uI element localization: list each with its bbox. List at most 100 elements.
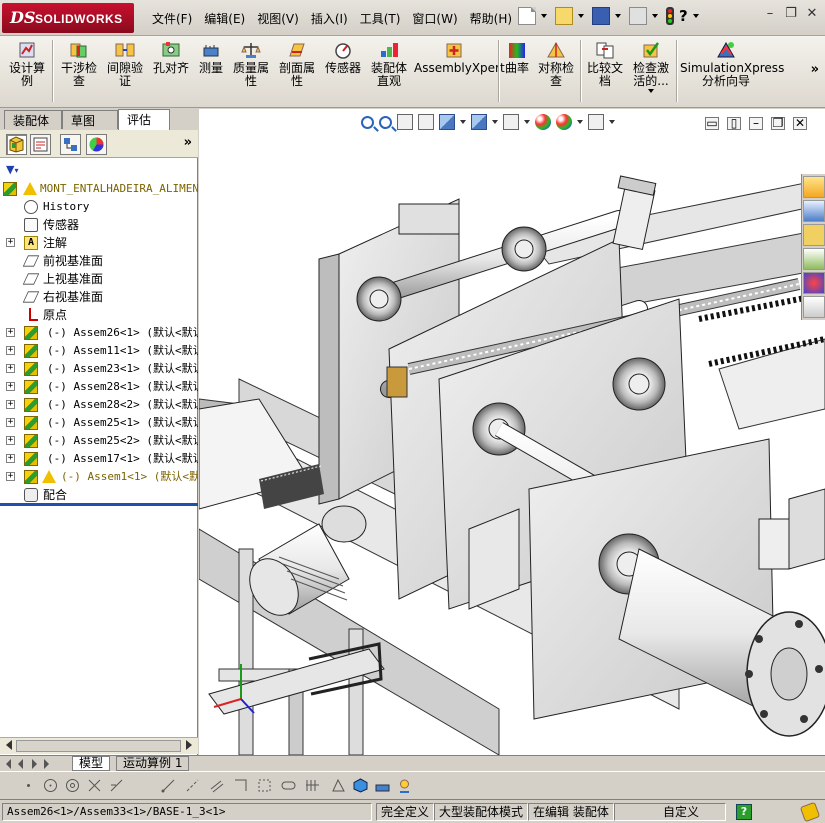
feature-tree-tab-icon[interactable]	[6, 134, 27, 155]
expand-icon[interactable]: +	[6, 346, 15, 355]
rebuild-traffic-light-icon[interactable]	[666, 7, 674, 25]
tree-item-component[interactable]: + (-) Assem25<2> (默认<默认_	[0, 432, 198, 450]
doc-restore-icon[interactable]: ❐	[771, 117, 785, 130]
polygon-icon[interactable]	[330, 777, 347, 794]
hide-show-dropdown-icon[interactable]	[524, 120, 530, 124]
view-palette-icon[interactable]	[803, 248, 825, 270]
view-settings-dropdown-icon[interactable]	[609, 120, 615, 124]
menu-view[interactable]: 视图(V)	[251, 10, 305, 27]
linear-pattern-icon[interactable]	[304, 777, 321, 794]
rebuild-status-icon[interactable]	[799, 801, 821, 823]
display-style-icon[interactable]	[471, 114, 487, 130]
display-style-dropdown-icon[interactable]	[492, 120, 498, 124]
graphics-area[interactable]: ▭ ▯ – ❐ ✕	[199, 109, 825, 755]
tree-item-history[interactable]: History	[0, 198, 198, 216]
previous-view-icon[interactable]	[397, 114, 413, 130]
tree-item-component[interactable]: + (-) Assem28<1> (默认<默认_	[0, 378, 198, 396]
apply-scene-dropdown-icon[interactable]	[577, 120, 583, 124]
quick-snaps-icon[interactable]	[396, 777, 413, 794]
zoom-to-area-icon[interactable]	[379, 115, 392, 129]
perimeter-circle-icon[interactable]	[64, 777, 81, 794]
measure-tool-icon[interactable]	[374, 777, 391, 794]
expand-icon[interactable]: +	[6, 454, 15, 463]
centerline-icon[interactable]	[184, 777, 201, 794]
scroll-thumb[interactable]	[16, 740, 181, 752]
panel-more-chevron[interactable]: »	[184, 135, 192, 150]
point-icon[interactable]	[20, 777, 37, 794]
simulationxpress-button[interactable]: SimulationXpress 分析向导	[680, 40, 784, 88]
hide-show-items-icon[interactable]	[503, 114, 519, 130]
center-rectangle-icon[interactable]	[256, 777, 273, 794]
open-dropdown-icon[interactable]	[578, 14, 584, 18]
curvature-button[interactable]: 曲率	[502, 40, 532, 75]
expand-icon[interactable]: +	[6, 472, 15, 481]
solidworks-resources-icon[interactable]	[803, 176, 825, 198]
tree-item-origin[interactable]: 原点	[0, 306, 198, 324]
expand-icon[interactable]: +	[6, 382, 15, 391]
property-manager-tab-icon[interactable]	[30, 134, 51, 155]
tree-item-component[interactable]: + (-) Assem17<1> (默认<默认_	[0, 450, 198, 468]
solidworks-logo[interactable]: DS SOLIDWORKS	[2, 3, 134, 33]
doc-split-icon[interactable]: ▯	[727, 117, 741, 130]
tab-model[interactable]: 模型	[72, 756, 111, 771]
tree-item-component-warning[interactable]: + (-) Assem1<1> (默认<默认	[0, 468, 198, 486]
open-folder-icon[interactable]	[555, 7, 573, 25]
tab-sketch[interactable]: 草图	[62, 110, 118, 129]
expand-icon[interactable]: +	[6, 364, 15, 373]
tree-item-right-plane[interactable]: 右视基准面	[0, 288, 198, 306]
3d-part-icon[interactable]	[352, 777, 369, 794]
slot-icon[interactable]	[280, 777, 297, 794]
tab-next-icon[interactable]	[32, 759, 37, 769]
display-manager-tab-icon[interactable]	[86, 134, 107, 155]
menu-file[interactable]: 文件(F)	[146, 10, 198, 27]
panel-splitter[interactable]	[0, 503, 198, 506]
file-explorer-icon[interactable]	[803, 224, 825, 246]
filter-icon[interactable]: ▼▾	[6, 163, 18, 176]
tree-item-annotations[interactable]: + A 注解	[0, 234, 198, 252]
expand-icon[interactable]: +	[6, 328, 15, 337]
tree-item-component[interactable]: + (-) Assem11<1> (默认<默认_	[0, 342, 198, 360]
apply-scene-icon[interactable]	[556, 114, 572, 130]
corner-rectangle-icon[interactable]	[232, 777, 249, 794]
tree-item-sensors[interactable]: 传感器	[0, 216, 198, 234]
tree-item-component[interactable]: + (-) Assem25<1> (默认<默认_	[0, 414, 198, 432]
edit-appearance-icon[interactable]	[535, 114, 551, 130]
save-icon[interactable]	[592, 7, 610, 25]
sensor-button[interactable]: 传感器	[322, 40, 364, 75]
measure-button[interactable]: 测量	[196, 40, 226, 75]
save-dropdown-icon[interactable]	[615, 14, 621, 18]
view-orientation-icon[interactable]	[439, 114, 455, 130]
check-active-document-button[interactable]: 检查激 活的...	[630, 40, 672, 93]
tree-root-assembly[interactable]: MONT_ENTALHADEIRA_ALIMENTA	[0, 180, 198, 198]
tree-item-component[interactable]: + (-) Assem26<1> (默认<默认_	[0, 324, 198, 342]
offset-icon[interactable]	[208, 777, 225, 794]
tree-item-component[interactable]: + (-) Assem28<2> (默认<默认_	[0, 396, 198, 414]
expand-icon[interactable]: +	[6, 400, 15, 409]
panel-horizontal-scrollbar[interactable]	[0, 737, 198, 754]
assemblyxpert-button[interactable]: AssemblyXpert	[414, 40, 505, 75]
new-document-icon[interactable]	[518, 7, 536, 25]
menu-insert[interactable]: 插入(I)	[305, 10, 354, 27]
expand-icon[interactable]: +	[6, 436, 15, 445]
doc-close-icon[interactable]: ✕	[793, 117, 807, 130]
tree-item-component[interactable]: + (-) Assem23<1> (默认<默认_	[0, 360, 198, 378]
section-properties-button[interactable]: 剖面属 性	[276, 40, 318, 88]
print-dropdown-icon[interactable]	[652, 14, 658, 18]
menu-window[interactable]: 窗口(W)	[406, 10, 463, 27]
scroll-right-icon[interactable]	[186, 740, 192, 750]
tab-evaluate[interactable]: 评估	[118, 109, 170, 130]
design-library-icon[interactable]	[803, 200, 825, 222]
menu-edit[interactable]: 编辑(E)	[198, 10, 251, 27]
interference-detection-button[interactable]: 干涉检 查	[58, 40, 100, 88]
doc-tile-icon[interactable]: ▭	[705, 117, 719, 130]
view-orientation-dropdown-icon[interactable]	[460, 120, 466, 124]
help-dropdown-icon[interactable]	[692, 14, 699, 18]
zoom-to-fit-icon[interactable]	[361, 115, 374, 129]
appearances-scenes-icon[interactable]	[803, 272, 825, 294]
menu-tools[interactable]: 工具(T)	[354, 10, 407, 27]
mass-properties-button[interactable]: 质量属 性	[230, 40, 272, 88]
tab-first-icon[interactable]	[6, 759, 11, 769]
hole-alignment-button[interactable]: 孔对齐	[150, 40, 192, 75]
restore-icon[interactable]: ❐	[784, 7, 798, 21]
configuration-manager-tab-icon[interactable]	[60, 134, 81, 155]
